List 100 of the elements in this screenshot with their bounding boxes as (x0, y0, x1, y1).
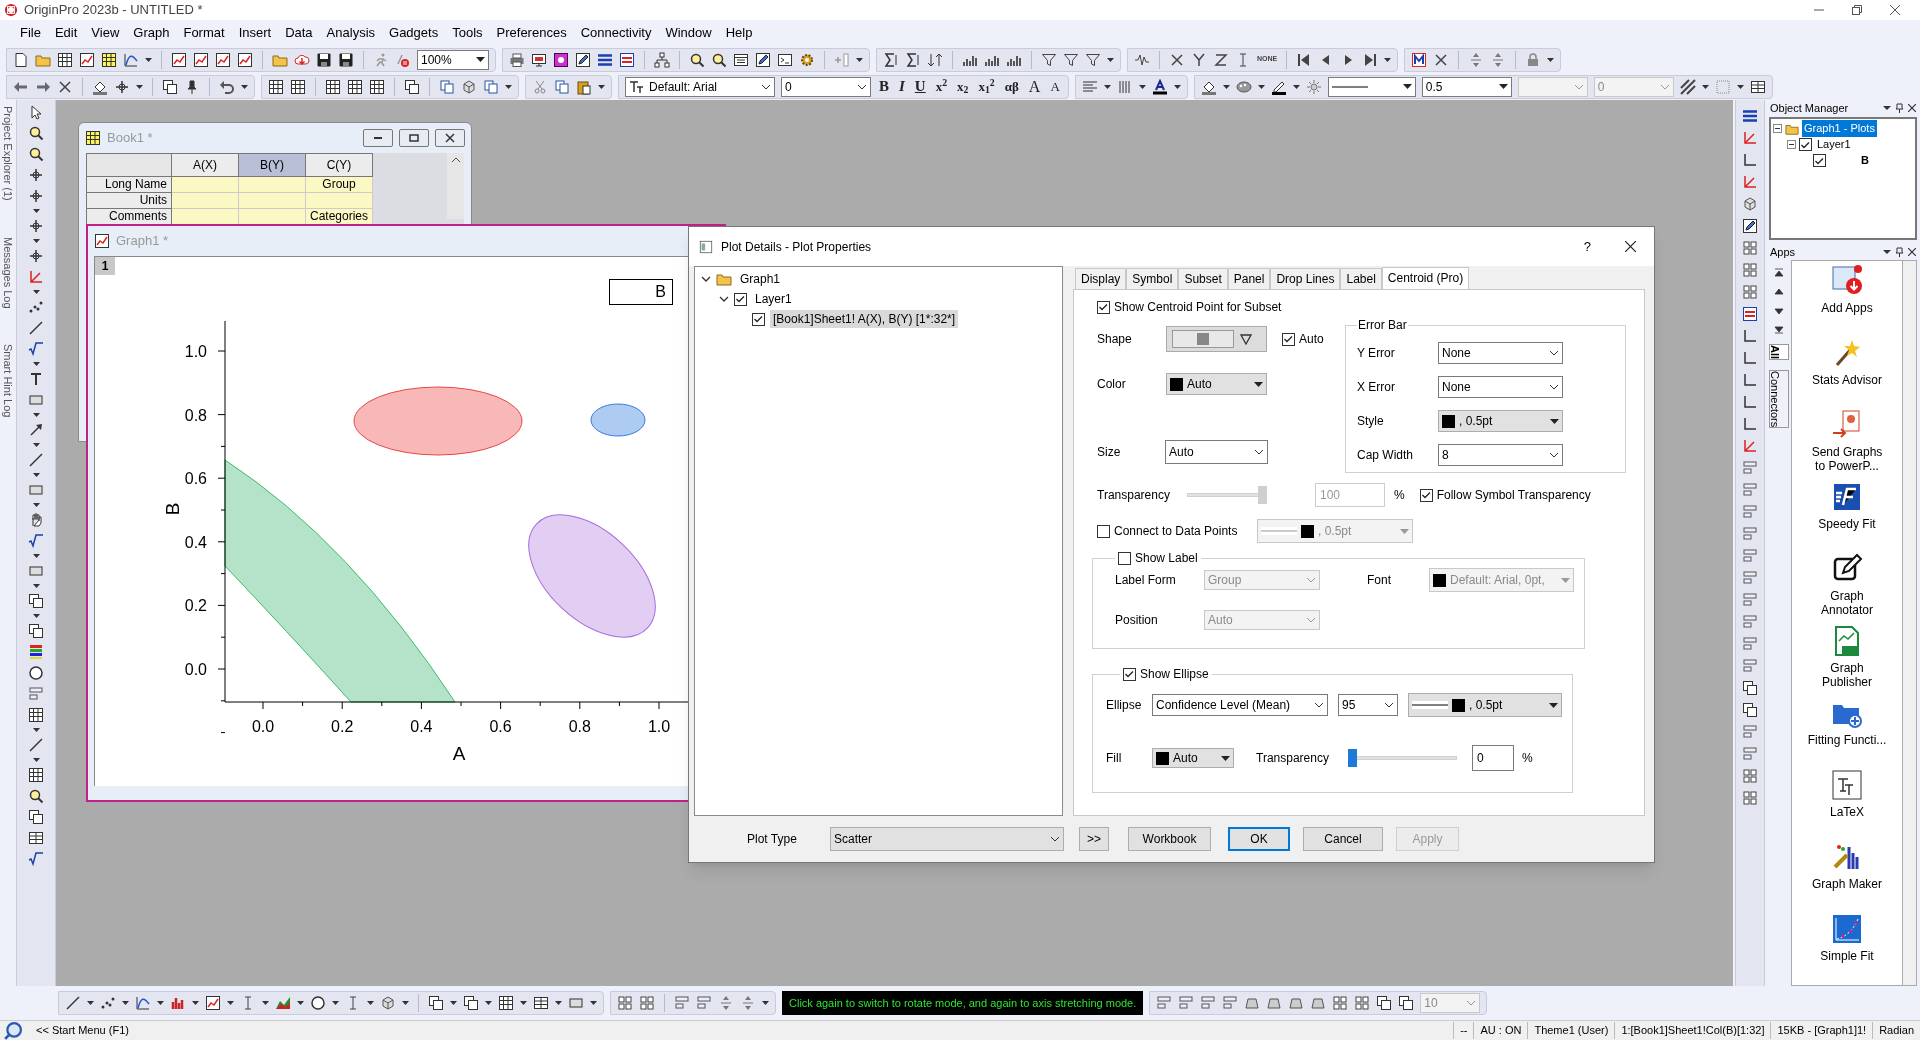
dialog-button[interactable]: >> (1079, 827, 1109, 851)
dialog-title: Plot Details - Plot Properties (721, 238, 872, 256)
field-label: Transparency (1256, 750, 1330, 767)
side-tab[interactable]: Smart Hint Log (0, 344, 17, 418)
ellipse-dropdown[interactable]: Confidence Level (Mean) (1152, 694, 1328, 716)
format-button[interactable]: U (912, 79, 928, 94)
menu-item[interactable]: Help (719, 23, 759, 43)
checkbox-label: Connect to Data Points (1114, 523, 1238, 540)
app-item[interactable]: Graph Publisher (1805, 661, 1889, 689)
menu-item[interactable]: Data (279, 23, 319, 43)
app-item[interactable]: Add Apps (1805, 301, 1889, 315)
dialog-button[interactable]: OK (1228, 827, 1290, 851)
format-button[interactable]: B (877, 79, 891, 94)
status-item: AU : ON (1473, 1022, 1528, 1039)
format-button[interactable]: A (1026, 78, 1043, 95)
help-button[interactable]: ? (1583, 236, 1591, 257)
window-title: Graph1 * (116, 232, 169, 251)
font-size-dropdown[interactable]: 0 (781, 76, 871, 97)
error-dropdown[interactable]: None (1438, 342, 1563, 364)
error-dropdown[interactable]: None (1438, 376, 1563, 398)
transparency-field[interactable]: 0 (1472, 745, 1514, 771)
menu-item[interactable]: Format (177, 23, 231, 43)
dialog-button[interactable]: Workbook (1128, 827, 1211, 851)
app-item[interactable]: Speedy Fit (1805, 517, 1889, 531)
status-item: 15KB - [Graph1]1! (1770, 1022, 1873, 1039)
font-dropdown[interactable]: Default: Arial (625, 76, 775, 97)
legend[interactable]: B (609, 279, 673, 305)
tab[interactable]: Subset (1178, 268, 1228, 289)
tree-item[interactable]: Graph1 (737, 270, 784, 288)
column-header[interactable]: A(X) (172, 153, 239, 177)
line-dropdown[interactable]: , 0.5pt (1408, 693, 1562, 717)
color-dropdown[interactable]: Auto (1166, 373, 1267, 395)
menu-item[interactable]: Gadgets (383, 23, 445, 43)
axis-title: B (162, 502, 183, 516)
confidence-dropdown[interactable]: 95 (1338, 694, 1398, 716)
unit-label: % (1394, 487, 1405, 504)
error-dropdown[interactable]: 8 (1438, 444, 1563, 466)
tick-label: 0.0 (184, 661, 207, 678)
format-button[interactable]: I (897, 79, 907, 94)
format-button[interactable]: x$^{2}$ (933, 80, 950, 93)
format-button[interactable]: x$_{2}$ (955, 80, 971, 93)
menu-item[interactable]: Analysis (320, 23, 382, 43)
column-header[interactable]: C(Y) (306, 153, 373, 177)
menu-item[interactable]: Edit (48, 23, 84, 43)
side-tab[interactable]: All (1769, 344, 1789, 361)
size-dropdown[interactable]: Auto (1165, 440, 1268, 464)
dialog-button[interactable]: Cancel (1303, 827, 1383, 851)
menu-item[interactable]: Connectivity (574, 23, 658, 43)
panel-title: Object Manager (1770, 101, 1850, 116)
app-item[interactable]: Stats Advisor (1805, 373, 1889, 387)
app-item[interactable]: Fitting Functi... (1805, 733, 1889, 747)
menu-item[interactable]: Tools (446, 23, 489, 43)
tick-label: 1.0 (184, 343, 207, 360)
tab[interactable]: Label (1340, 268, 1382, 289)
field-label: Position (1115, 612, 1159, 629)
app-item[interactable]: Graph Maker (1805, 877, 1889, 891)
side-tab[interactable]: Project Explorer (1) (0, 106, 17, 201)
menu-item[interactable]: Insert (232, 23, 278, 43)
menu-item[interactable]: Window (659, 23, 718, 43)
app-item[interactable]: Send Graphs to PowerP... (1805, 445, 1889, 473)
field-label: Ellipse (1106, 697, 1142, 714)
zoom-dropdown[interactable]: 100% (417, 49, 489, 70)
field-label: Cap Width (1357, 447, 1415, 464)
menu-item[interactable]: Preferences (490, 23, 573, 43)
line-width-dropdown[interactable]: 0.5 (1421, 76, 1512, 97)
tree-item[interactable]: B (1859, 152, 1871, 169)
table-cell: Categories (306, 209, 373, 225)
field-label: Label Form (1115, 572, 1177, 589)
tab[interactable]: Drop Lines (1270, 268, 1341, 289)
tick-label: 0.4 (410, 718, 433, 735)
app-item[interactable]: LaTeX (1805, 805, 1889, 819)
tree-item[interactable]: Layer1 (752, 290, 795, 308)
plot-type-dropdown[interactable]: Scatter (830, 827, 1064, 851)
row-header: Units (86, 193, 172, 209)
side-tab[interactable]: Messages Log (0, 236, 17, 309)
tick-label: 0.6 (184, 470, 207, 488)
tree-item[interactable]: [Book1]Sheet1! A(X), B(Y) [1*:32*] (770, 310, 959, 328)
menu-item[interactable]: File (14, 23, 47, 43)
menu-item[interactable]: View (85, 23, 126, 43)
field-label: Font (1367, 572, 1392, 589)
layer-badge[interactable]: 1 (95, 257, 115, 275)
column-header[interactable]: B(Y) (239, 153, 306, 177)
tree-item[interactable]: Graph1 - Plots (1802, 120, 1877, 137)
start-menu-link[interactable]: << Start Menu (F1) (36, 1022, 129, 1039)
tab[interactable]: Panel (1227, 268, 1271, 289)
tree-item[interactable]: Layer1 (1815, 136, 1853, 153)
tab[interactable]: Symbol (1126, 268, 1179, 289)
tab[interactable]: Display (1075, 268, 1127, 289)
app-item[interactable]: Simple Fit (1805, 949, 1889, 963)
format-button[interactable]: αβ (1002, 80, 1021, 93)
checkbox-label: Show Centroid Point for Subset (1114, 299, 1282, 316)
menu-item[interactable]: Graph (127, 23, 176, 43)
field-label: X Error (1357, 379, 1396, 396)
side-tab[interactable]: Connectors (1769, 370, 1789, 429)
field-label: Plot Type (747, 831, 798, 848)
app-item[interactable]: Graph Annotator (1805, 589, 1889, 617)
status-item: -- (1453, 1022, 1474, 1039)
format-button[interactable]: A (1048, 80, 1062, 93)
style-dropdown[interactable]: , 0.5pt (1438, 410, 1563, 432)
fill-dropdown[interactable]: Auto (1152, 748, 1234, 768)
